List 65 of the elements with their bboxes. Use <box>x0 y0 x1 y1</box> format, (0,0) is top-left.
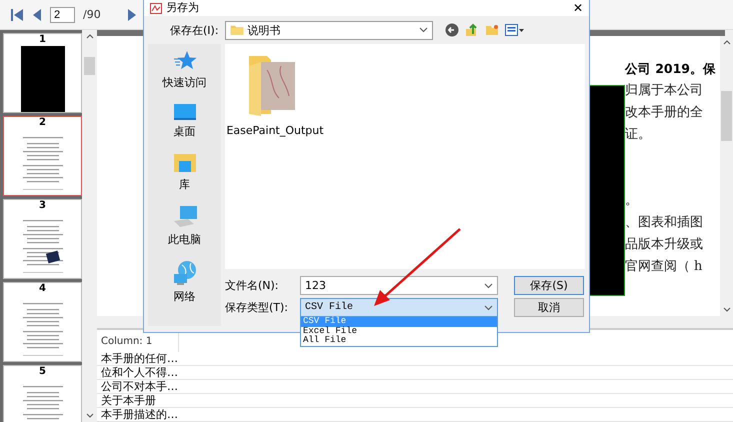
place-label[interactable]: 库 <box>179 177 190 192</box>
table-cell: 本手册描述的… <box>97 408 733 422</box>
table-cell: 本手册的任何… <box>97 352 733 366</box>
chevron-icon <box>484 304 493 310</box>
star-icon <box>172 50 196 72</box>
page-count: /90 <box>83 8 101 21</box>
dialog-title: 另存为 <box>166 2 200 14</box>
location-dropdown[interactable]: 说明书 <box>224 20 433 40</box>
up-folder-icon[interactable] <box>464 23 479 37</box>
document-text: 官网查阅（ h <box>624 258 702 276</box>
pdf-icon <box>150 2 162 14</box>
back-icon[interactable] <box>444 23 459 37</box>
table-cell: 关于本手册 <box>97 394 733 408</box>
library-icon <box>172 152 196 174</box>
place-label[interactable]: 桌面 <box>174 124 196 139</box>
page-number: 2 <box>39 117 46 129</box>
file-name[interactable]: EasePaint_Output <box>226 124 324 137</box>
first-page-icon[interactable] <box>10 8 24 22</box>
page-thumbnail[interactable]: 5 <box>3 365 82 422</box>
view-menu-icon[interactable] <box>504 24 525 36</box>
chevron-icon <box>484 282 493 288</box>
scroll-down-icon[interactable] <box>86 413 94 418</box>
new-folder-icon[interactable] <box>484 24 499 36</box>
filename-field[interactable]: 123 <box>300 276 498 295</box>
page-thumbnail[interactable]: 1 <box>3 33 82 113</box>
document-text: 。 <box>624 192 638 210</box>
file-type-label: 保存类型(T): <box>225 300 290 315</box>
document-heading: 公司 2019。保 <box>624 60 716 78</box>
scrollbar-thumb[interactable] <box>84 57 95 75</box>
page-thumbnail[interactable]: 4 <box>3 282 82 362</box>
page-thumbnail[interactable]: 2 <box>3 116 82 196</box>
document-text: 证。 <box>624 126 651 144</box>
place-label[interactable]: 此电脑 <box>168 232 201 247</box>
previous-page-icon[interactable] <box>32 8 42 22</box>
desktop-icon <box>172 103 196 121</box>
document-text: 归属于本公司 <box>624 82 703 100</box>
save-button[interactable]: 保存(S) <box>514 276 584 295</box>
page-number-field[interactable]: 2 <box>50 6 75 22</box>
page-number: 5 <box>39 366 46 378</box>
folder-icon <box>230 24 244 36</box>
page-preview-drawing <box>20 46 64 112</box>
page-number: 4 <box>39 283 46 295</box>
scrollbar-thumb[interactable] <box>721 91 732 141</box>
globe-icon <box>172 260 198 286</box>
page-thumbnail[interactable]: 3 <box>3 199 82 279</box>
place-label[interactable]: 网络 <box>174 289 196 304</box>
document-text: 改本手册的全 <box>624 104 703 122</box>
cancel-button[interactable]: 取消 <box>514 298 584 317</box>
next-page-icon[interactable] <box>126 8 137 22</box>
location-label: 保存在(I): <box>170 22 219 38</box>
filename-label: 文件名(N): <box>225 278 280 293</box>
scroll-up-icon[interactable] <box>86 34 94 39</box>
table-cell: 位和个人不得… <box>97 366 733 380</box>
table-cell: 公司不对本手… <box>97 380 733 394</box>
document-text: 品版本升级或 <box>624 236 703 254</box>
chevron-icon <box>418 27 428 33</box>
scroll-down-icon[interactable] <box>722 307 730 312</box>
place-label[interactable]: 快速访问 <box>162 75 206 90</box>
close-button[interactable]: ✕ <box>573 2 583 14</box>
scroll-up-icon[interactable] <box>722 40 730 45</box>
page-number: 1 <box>39 34 46 46</box>
computer-icon <box>172 205 198 229</box>
file-type-dropdown[interactable]: CSV File <box>300 298 498 317</box>
document-text: 、图表和插图 <box>624 214 703 232</box>
page-number: 3 <box>39 200 46 212</box>
